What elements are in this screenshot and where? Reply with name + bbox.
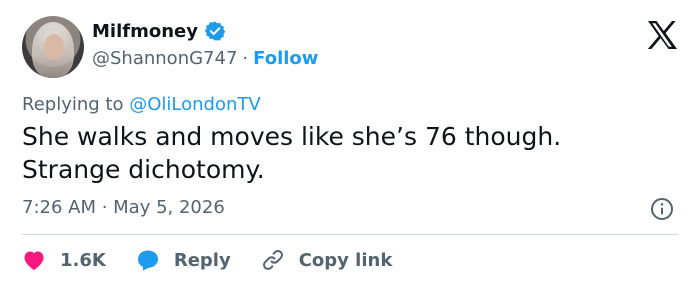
divider	[22, 234, 678, 235]
tweet-timestamp[interactable]: 7:26 AM · May 5, 2026	[22, 197, 225, 218]
display-name[interactable]: Milfmoney	[92, 21, 198, 42]
tweet-text-line-2: Strange dichotomy.	[22, 155, 265, 184]
handle-separator: ·	[242, 48, 249, 69]
avatar-face	[44, 34, 64, 60]
tweet-text-line-1: She walks and moves like she’s 76 though…	[22, 122, 562, 151]
reply-button[interactable]: Reply	[136, 249, 231, 271]
like-count: 1.6K	[60, 249, 106, 271]
verified-badge-icon	[204, 21, 226, 41]
reply-bubble-icon	[137, 250, 158, 271]
replying-to: Replying to @OliLondonTV	[22, 94, 261, 115]
heart-icon	[24, 251, 44, 270]
user-handle[interactable]: @ShannonG747	[92, 48, 237, 69]
link-icon	[262, 250, 283, 270]
follow-button[interactable]: Follow	[253, 48, 318, 69]
info-icon[interactable]	[650, 197, 674, 221]
reply-label: Reply	[173, 249, 231, 271]
x-logo-icon[interactable]	[646, 20, 678, 50]
replying-prefix: Replying to	[22, 94, 124, 115]
action-bar: 1.6K Reply Copy link	[22, 246, 422, 274]
reply-mention-link[interactable]: @OliLondonTV	[129, 94, 260, 115]
avatar[interactable]	[22, 16, 84, 78]
copy-link-label: Copy link	[298, 249, 393, 271]
tweet-text: She walks and moves like she’s 76 though…	[22, 120, 662, 186]
handle-row: @ShannonG747 · Follow	[92, 48, 318, 69]
copy-link-button[interactable]: Copy link	[261, 248, 393, 272]
like-button[interactable]: 1.6K	[22, 249, 106, 271]
name-row: Milfmoney	[92, 20, 226, 42]
tweet-card: Milfmoney @ShannonG747 · Follow Replying…	[0, 0, 700, 287]
